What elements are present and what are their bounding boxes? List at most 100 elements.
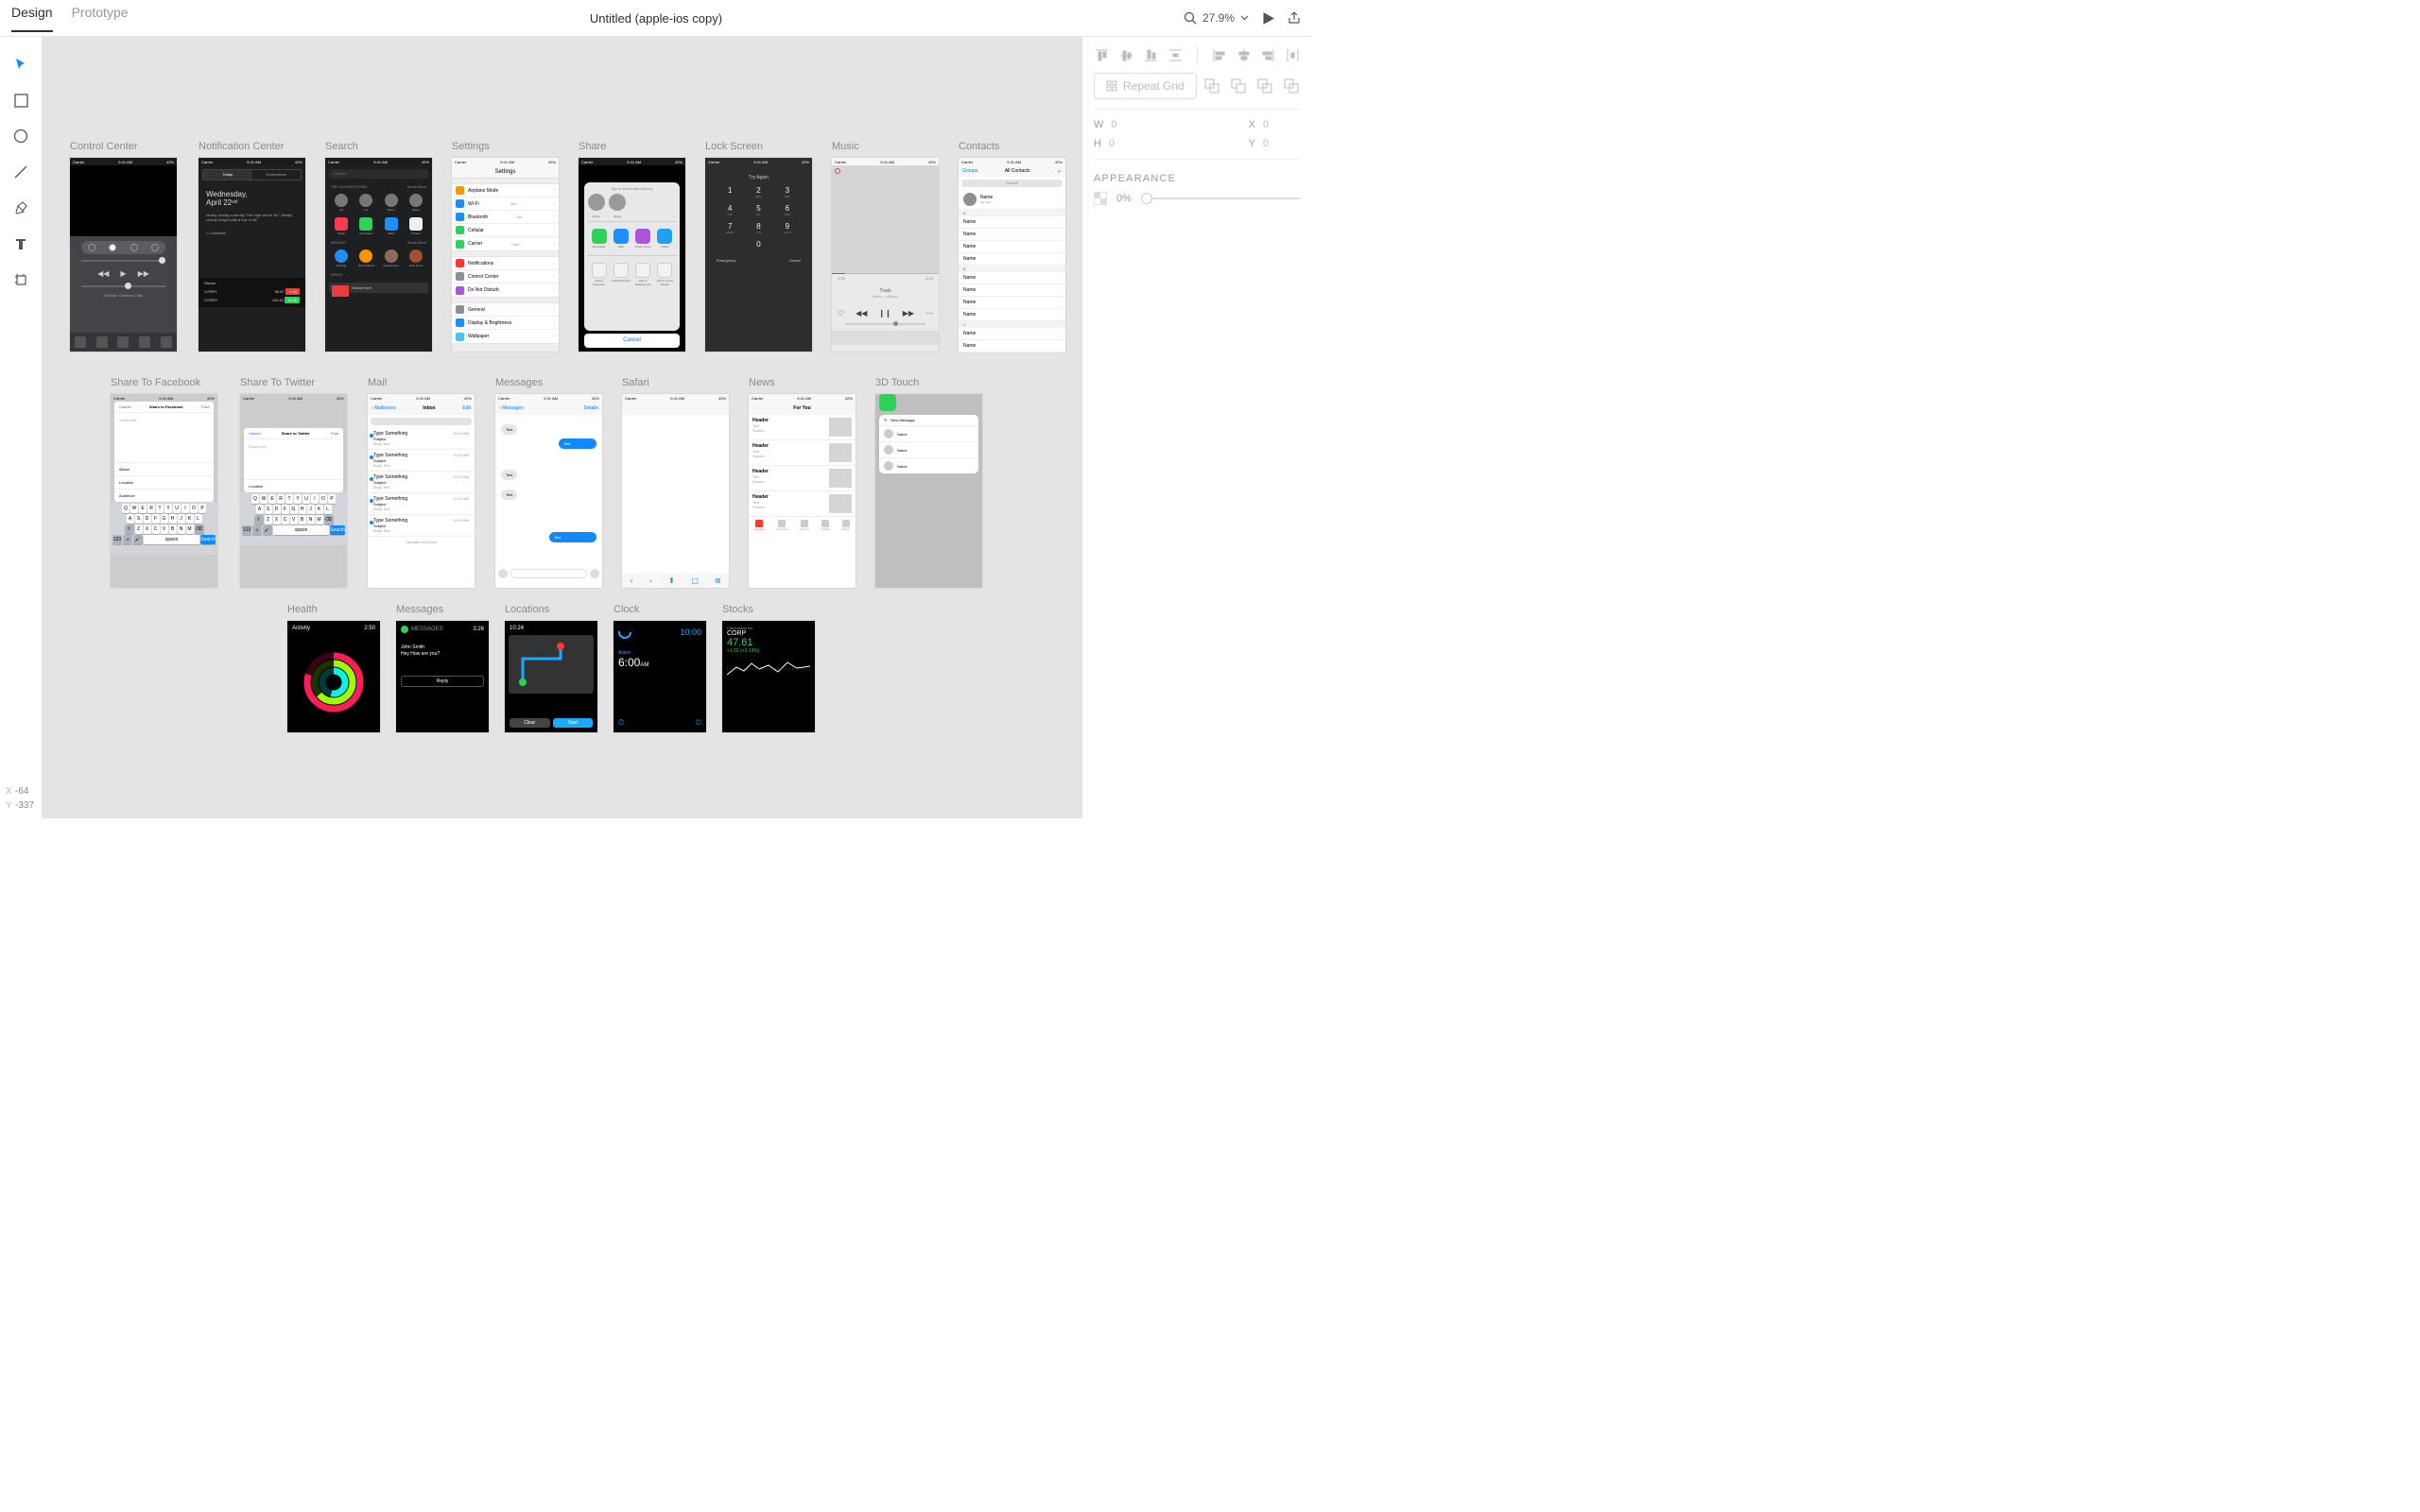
search-field: Search bbox=[329, 169, 428, 179]
x-value[interactable]: 0 bbox=[1263, 119, 1301, 130]
artboard-label: Share To Twitter bbox=[240, 377, 347, 388]
artboard-lock-screen[interactable]: Lock Screen Carrier9:41 AM42% Try Again … bbox=[705, 141, 812, 352]
y-label: Y bbox=[1249, 138, 1255, 149]
share-cancel: Cancel bbox=[584, 334, 680, 348]
dimension-row: H0 Y0 bbox=[1094, 138, 1301, 149]
artboard-notification-center[interactable]: Notification Center Carrier9:41 AM42% To… bbox=[199, 141, 305, 352]
messages-app-icon bbox=[879, 394, 896, 411]
document-title: Untitled (apple-ios copy) bbox=[590, 11, 722, 26]
artboard-share-fb[interactable]: Share To Facebook Carrier9:41 AM42% Canc… bbox=[111, 377, 217, 588]
artboard-watch-messages[interactable]: Messages MESSAGES3:26 John Smith Hey How… bbox=[396, 604, 489, 732]
weather-text: Mostly cloudy currently. The high will b… bbox=[199, 213, 305, 228]
opacity-slider[interactable] bbox=[1141, 198, 1301, 199]
artboard-watch-stocks[interactable]: Stocks Corporation Inc. CORP 47.61 +1.02… bbox=[722, 604, 815, 732]
ellipse-tool[interactable] bbox=[10, 126, 31, 146]
top-bar: Design Prototype Untitled (apple-ios cop… bbox=[0, 0, 1312, 37]
h-value[interactable]: 0 bbox=[1109, 138, 1147, 149]
artboard-label: 3D Touch bbox=[875, 377, 982, 388]
align-top[interactable] bbox=[1094, 46, 1109, 63]
opacity-value[interactable]: 0% bbox=[1116, 193, 1132, 204]
repeat-grid-label: Repeat Grid bbox=[1123, 79, 1184, 93]
artboard-label: Music bbox=[832, 141, 939, 152]
artboard-music[interactable]: Music Carrier9:41 AM42% 0:34-3:25 TrackA… bbox=[832, 141, 939, 352]
line-tool[interactable] bbox=[10, 162, 31, 182]
artboard-label: Stocks bbox=[722, 604, 815, 615]
inspector-panel: Repeat Grid W0 X0 H0 Y0 APPEARANCE 0% bbox=[1081, 37, 1312, 818]
w-label: W bbox=[1094, 119, 1103, 130]
repeat-grid-button[interactable]: Repeat Grid bbox=[1094, 73, 1197, 99]
checker-icon bbox=[1094, 192, 1107, 205]
artboard-label: Settings bbox=[452, 141, 559, 152]
pen-tool[interactable] bbox=[10, 198, 31, 218]
artboard-label: Health bbox=[287, 604, 380, 615]
mode-tabs: Design Prototype bbox=[11, 5, 129, 32]
artboard-label: Clock bbox=[614, 604, 706, 615]
artboard-label: Contacts bbox=[959, 141, 1065, 152]
align-left[interactable] bbox=[1211, 46, 1226, 63]
zoom-value: 27.9% bbox=[1202, 11, 1235, 25]
settings-title: Settings bbox=[452, 165, 559, 179]
artboard-mail[interactable]: Mail Carrier9:41 AM42% ‹ MailboxesInboxE… bbox=[368, 377, 475, 588]
opacity-row: 0% bbox=[1094, 192, 1301, 205]
bool-intersect[interactable] bbox=[1255, 77, 1274, 95]
tab-design[interactable]: Design bbox=[11, 5, 53, 32]
select-tool[interactable] bbox=[10, 54, 31, 75]
share-icon[interactable] bbox=[1288, 11, 1301, 25]
artboard-control-center[interactable]: Control Center Carrier9:41 AM42% ◀◀▶▶▶ A… bbox=[70, 141, 177, 352]
lock-try: Try Again bbox=[705, 165, 812, 186]
artboard-settings[interactable]: Settings Carrier9:41 AM42% Settings Airp… bbox=[452, 141, 559, 352]
artboard-label: Lock Screen bbox=[705, 141, 812, 152]
media-controls: ◀◀▶▶▶ bbox=[70, 269, 177, 278]
bool-exclude[interactable] bbox=[1282, 77, 1301, 95]
artboard-label: Control Center bbox=[70, 141, 177, 152]
align-hcenter[interactable] bbox=[1236, 46, 1251, 63]
artboard-watch-clock[interactable]: Clock 10:00 Alarm 6:00AM ⏱⏲ bbox=[614, 604, 706, 732]
align-vcenter[interactable] bbox=[1118, 46, 1133, 63]
artboard-label: Safari bbox=[622, 377, 729, 388]
artboard-label: Messages bbox=[396, 604, 489, 615]
y-value[interactable]: 0 bbox=[1263, 138, 1301, 149]
chevron-down-icon bbox=[1240, 15, 1249, 21]
artboard-watch-locations[interactable]: Locations 10:24 ClearStart bbox=[505, 604, 597, 732]
distribute-h[interactable] bbox=[1286, 46, 1301, 63]
align-bottom[interactable] bbox=[1144, 46, 1159, 63]
artboard-label: Messages bbox=[495, 377, 602, 388]
artboard-safari[interactable]: Safari Carrier9:41 AM42% ‹›⬆▢⧉ bbox=[622, 377, 729, 588]
artboard-label: News bbox=[749, 377, 856, 388]
artboard-share-tw[interactable]: Share To Twitter Carrier9:41 AM42% Cance… bbox=[240, 377, 347, 588]
artboard-share[interactable]: Share Carrier9:41 AM42% Tap to share wit… bbox=[579, 141, 685, 352]
x-label: X bbox=[1249, 119, 1255, 130]
appearance-label: APPEARANCE bbox=[1094, 173, 1301, 184]
align-right[interactable] bbox=[1261, 46, 1276, 63]
dimension-row: W0 X0 bbox=[1094, 119, 1301, 130]
canvas-coords: X-64 Y-337 bbox=[6, 784, 34, 813]
bool-subtract[interactable] bbox=[1229, 77, 1248, 95]
artboard-contacts[interactable]: Contacts Carrier9:41 AM42% GroupsAll Con… bbox=[959, 141, 1065, 352]
distribute-v[interactable] bbox=[1168, 46, 1184, 63]
artboard-label: Search bbox=[325, 141, 432, 152]
tab-prototype[interactable]: Prototype bbox=[72, 5, 129, 32]
artboard-label: Notification Center bbox=[199, 141, 305, 152]
left-toolbar bbox=[0, 37, 42, 818]
artboard-3d-touch[interactable]: 3D Touch ✎New Message Name Name Name bbox=[875, 377, 982, 588]
artboard-label: Locations bbox=[505, 604, 597, 615]
airdrop-label: AirDrop: Contacts Only bbox=[70, 293, 177, 298]
boolean-buttons bbox=[1202, 77, 1301, 95]
w-value[interactable]: 0 bbox=[1111, 119, 1149, 130]
artboard-label: Mail bbox=[368, 377, 475, 388]
h-label: H bbox=[1094, 138, 1101, 149]
artboard-search[interactable]: Search Carrier9:41 AM42% Search SIRI SUG… bbox=[325, 141, 432, 352]
canvas[interactable]: Control Center Carrier9:41 AM42% ◀◀▶▶▶ A… bbox=[42, 37, 1081, 818]
rectangle-tool[interactable] bbox=[10, 90, 31, 111]
play-icon[interactable] bbox=[1262, 12, 1274, 25]
artboard-label: Share bbox=[579, 141, 685, 152]
artboard-watch-health[interactable]: Health Activity2:50 bbox=[287, 604, 380, 732]
text-tool[interactable] bbox=[10, 233, 31, 254]
artboard-tool[interactable] bbox=[10, 269, 31, 290]
bool-add[interactable] bbox=[1202, 77, 1221, 95]
artboard-news[interactable]: News Carrier9:41 AM42% For You HeaderTex… bbox=[749, 377, 856, 588]
artboard-label: Share To Facebook bbox=[111, 377, 217, 388]
artboard-messages[interactable]: Messages Carrier9:41 AM42% ‹ MessagesDet… bbox=[495, 377, 602, 588]
zoom-control[interactable]: 27.9% bbox=[1184, 11, 1249, 25]
search-icon bbox=[1184, 11, 1197, 25]
